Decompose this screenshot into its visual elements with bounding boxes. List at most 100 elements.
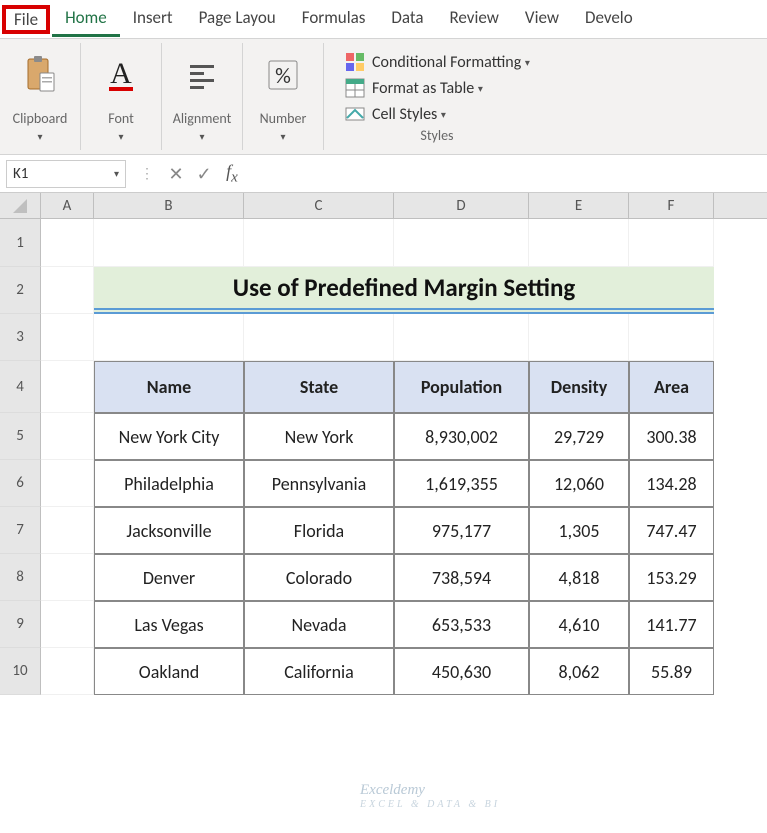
table-cell[interactable]: Pennsylvania bbox=[244, 460, 394, 507]
cell[interactable] bbox=[629, 219, 714, 267]
tab-data[interactable]: Data bbox=[378, 1, 436, 37]
row-header-1[interactable]: 1 bbox=[0, 219, 41, 267]
group-font: A Font▾ bbox=[81, 43, 162, 150]
tab-review[interactable]: Review bbox=[437, 1, 512, 37]
row-header-4[interactable]: 4 bbox=[0, 361, 41, 413]
tab-view[interactable]: View bbox=[512, 1, 572, 37]
cell[interactable] bbox=[41, 507, 94, 554]
cell[interactable] bbox=[94, 219, 244, 267]
table-cell[interactable]: 450,630 bbox=[394, 648, 529, 695]
col-header-f[interactable]: F bbox=[629, 193, 714, 218]
table-header[interactable]: Population bbox=[394, 361, 529, 413]
table-cell[interactable]: 738,594 bbox=[394, 554, 529, 601]
format-as-table-button[interactable]: Format as Table ▾ bbox=[338, 75, 489, 101]
cell[interactable] bbox=[41, 601, 94, 648]
table-cell[interactable]: 975,177 bbox=[394, 507, 529, 554]
row-header-3[interactable]: 3 bbox=[0, 314, 41, 361]
tab-insert[interactable]: Insert bbox=[120, 1, 186, 37]
table-cell[interactable]: 55.89 bbox=[629, 648, 714, 695]
table-cell[interactable]: 29,729 bbox=[529, 413, 629, 460]
sheet-title-cell[interactable]: Use of Predefined Margin Setting bbox=[94, 267, 714, 314]
cell[interactable] bbox=[41, 314, 94, 361]
col-header-a[interactable]: A bbox=[41, 193, 94, 218]
row-header-9[interactable]: 9 bbox=[0, 601, 41, 648]
col-header-e[interactable]: E bbox=[529, 193, 629, 218]
tab-home[interactable]: Home bbox=[52, 1, 120, 37]
cell[interactable] bbox=[629, 314, 714, 361]
table-cell[interactable]: New York City bbox=[94, 413, 244, 460]
table-header[interactable]: State bbox=[244, 361, 394, 413]
table-cell[interactable]: New York bbox=[244, 413, 394, 460]
table-cell[interactable]: California bbox=[244, 648, 394, 695]
table-cell[interactable]: 4,610 bbox=[529, 601, 629, 648]
table-cell[interactable]: 141.77 bbox=[629, 601, 714, 648]
cell-styles-button[interactable]: Cell Styles ▾ bbox=[338, 101, 452, 127]
table-cell[interactable]: 12,060 bbox=[529, 460, 629, 507]
table-header[interactable]: Area bbox=[629, 361, 714, 413]
table-cell[interactable]: Philadelphia bbox=[94, 460, 244, 507]
font-button[interactable]: A bbox=[91, 49, 151, 101]
table-cell[interactable]: 747.47 bbox=[629, 507, 714, 554]
cell[interactable] bbox=[529, 219, 629, 267]
conditional-formatting-button[interactable]: Conditional Formatting ▾ bbox=[338, 49, 536, 75]
table-cell[interactable]: Florida bbox=[244, 507, 394, 554]
enter-formula-button[interactable]: ✓ bbox=[190, 163, 218, 185]
table-cell[interactable]: 8,062 bbox=[529, 648, 629, 695]
table-cell[interactable]: Nevada bbox=[244, 601, 394, 648]
cell[interactable] bbox=[94, 314, 244, 361]
cell[interactable] bbox=[244, 219, 394, 267]
cell[interactable] bbox=[41, 219, 94, 267]
name-box[interactable]: K1 ▾ bbox=[6, 160, 126, 188]
group-styles-label: Styles bbox=[420, 127, 453, 144]
table-cell[interactable]: Denver bbox=[94, 554, 244, 601]
row-header-7[interactable]: 7 bbox=[0, 507, 41, 554]
table-cell[interactable]: Oakland bbox=[94, 648, 244, 695]
paste-button[interactable] bbox=[10, 49, 70, 101]
number-button[interactable]: % bbox=[253, 49, 313, 101]
col-header-d[interactable]: D bbox=[394, 193, 529, 218]
cell[interactable] bbox=[394, 314, 529, 361]
table-cell[interactable]: 8,930,002 bbox=[394, 413, 529, 460]
col-header-b[interactable]: B bbox=[94, 193, 244, 218]
alignment-button[interactable] bbox=[172, 49, 232, 101]
table-cell[interactable]: 134.28 bbox=[629, 460, 714, 507]
col-header-c[interactable]: C bbox=[244, 193, 394, 218]
table-cell[interactable]: 300.38 bbox=[629, 413, 714, 460]
table-cell[interactable]: 653,533 bbox=[394, 601, 529, 648]
resize-handle-icon: ⋮ bbox=[140, 165, 156, 182]
clipboard-paste-icon bbox=[16, 51, 64, 99]
tab-file[interactable]: File bbox=[2, 5, 50, 34]
table-cell[interactable]: 4,818 bbox=[529, 554, 629, 601]
cell[interactable] bbox=[41, 460, 94, 507]
cell[interactable] bbox=[41, 267, 94, 314]
table-cell[interactable]: 153.29 bbox=[629, 554, 714, 601]
insert-function-button[interactable]: fx bbox=[218, 161, 246, 187]
select-all-corner[interactable] bbox=[0, 193, 41, 218]
row-header-8[interactable]: 8 bbox=[0, 554, 41, 601]
cell[interactable] bbox=[41, 413, 94, 460]
formula-input[interactable] bbox=[246, 163, 761, 184]
tab-page-layout[interactable]: Page Layou bbox=[186, 1, 289, 37]
tab-developer[interactable]: Develo bbox=[572, 1, 646, 37]
group-clipboard: Clipboard▾ bbox=[0, 43, 81, 150]
cell[interactable] bbox=[394, 219, 529, 267]
cell[interactable] bbox=[41, 361, 94, 413]
cell[interactable] bbox=[529, 314, 629, 361]
cancel-formula-button[interactable]: ✕ bbox=[162, 163, 190, 185]
cell[interactable] bbox=[41, 648, 94, 695]
table-cell[interactable]: Las Vegas bbox=[94, 601, 244, 648]
alignment-icon bbox=[178, 51, 226, 99]
tab-formulas[interactable]: Formulas bbox=[289, 1, 379, 37]
table-cell[interactable]: Colorado bbox=[244, 554, 394, 601]
row-header-10[interactable]: 10 bbox=[0, 648, 41, 695]
table-cell[interactable]: Jacksonville bbox=[94, 507, 244, 554]
cell[interactable] bbox=[41, 554, 94, 601]
row-header-2[interactable]: 2 bbox=[0, 267, 41, 314]
cell[interactable] bbox=[244, 314, 394, 361]
table-header[interactable]: Density bbox=[529, 361, 629, 413]
table-header[interactable]: Name bbox=[94, 361, 244, 413]
row-header-5[interactable]: 5 bbox=[0, 413, 41, 460]
table-cell[interactable]: 1,305 bbox=[529, 507, 629, 554]
table-cell[interactable]: 1,619,355 bbox=[394, 460, 529, 507]
row-header-6[interactable]: 6 bbox=[0, 460, 41, 507]
